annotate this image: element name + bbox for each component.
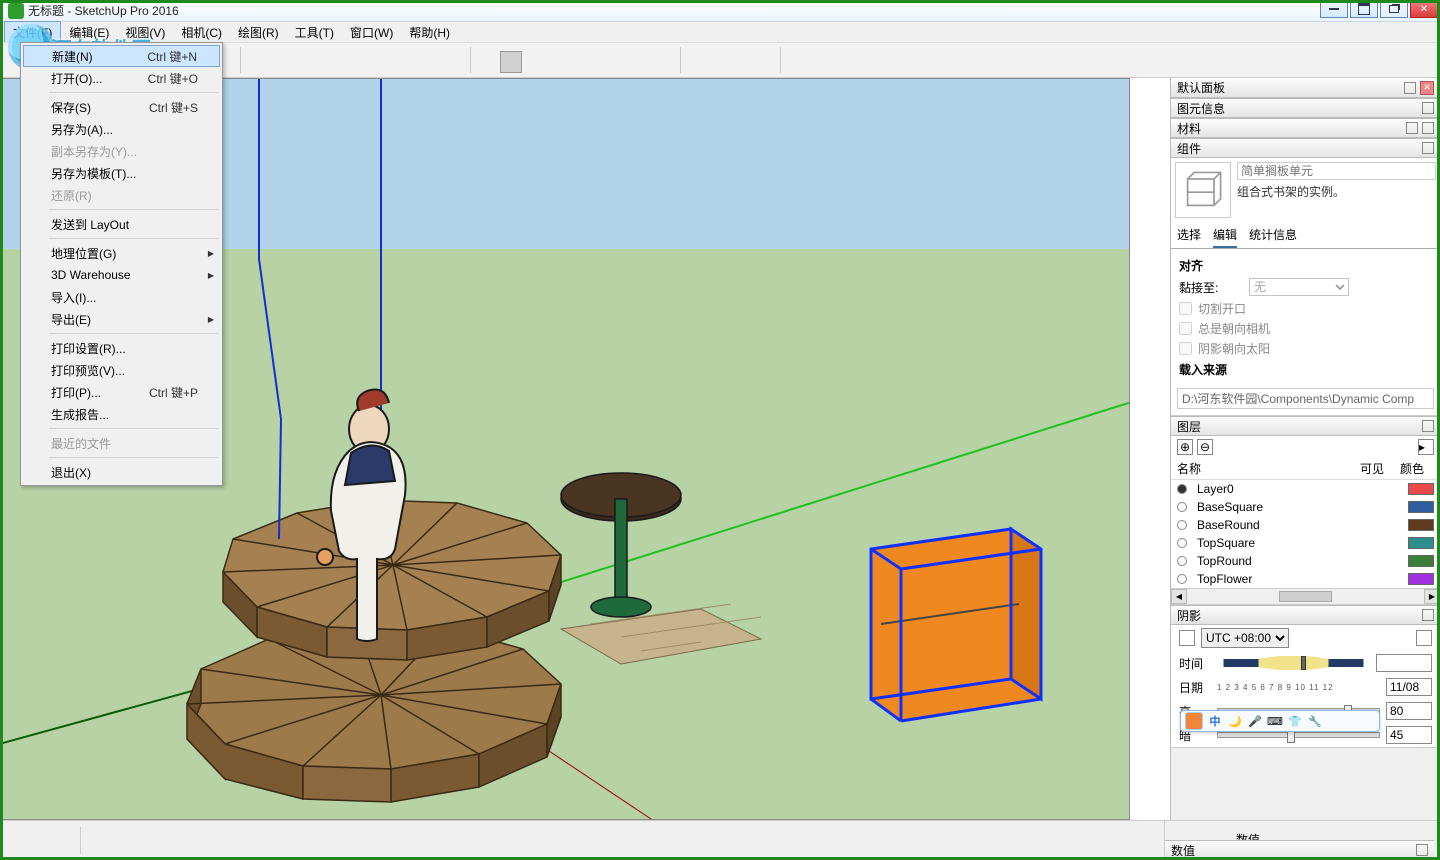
panel-components[interactable]: 组件 <box>1171 138 1440 158</box>
layer-header: 名称可见颜色 <box>1171 458 1440 480</box>
load-path: D:\河东软件园\Components\Dynamic Comp <box>1177 388 1434 409</box>
menu-item[interactable]: 新建(N)Ctrl 键+N <box>23 45 220 67</box>
menu-draw[interactable]: 绘图(R) <box>230 22 287 43</box>
close-icon[interactable]: ✕ <box>1420 81 1434 95</box>
light-value[interactable] <box>1386 702 1432 720</box>
menu-item[interactable]: 打印设置(R)... <box>23 337 220 359</box>
tray-header[interactable]: 默认面板 ✕ <box>1171 78 1440 98</box>
panel-shadows[interactable]: 阴影 <box>1171 605 1440 625</box>
menu-item[interactable]: 退出(X) <box>23 461 220 483</box>
minimize-button[interactable] <box>1320 0 1348 18</box>
panel-entity-info[interactable]: 图元信息 <box>1171 98 1440 118</box>
default-tray: 默认面板 ✕ 图元信息 材料 组件 组合式书架的实例。 选择 编辑 统计信息 对… <box>1170 78 1440 820</box>
menu-item: 副本另存为(Y)... <box>23 140 220 162</box>
toolbar-button[interactable] <box>500 51 522 73</box>
close-button[interactable] <box>1410 0 1438 18</box>
menu-item[interactable]: 地理位置(G) <box>23 242 220 264</box>
menu-item[interactable]: 生成报告... <box>23 403 220 425</box>
shadows-sun-checkbox[interactable] <box>1179 342 1192 355</box>
tab-select[interactable]: 选择 <box>1177 226 1201 248</box>
component-tabs[interactable]: 选择 编辑 统计信息 <box>1171 222 1440 249</box>
menu-item[interactable]: 打印预览(V)... <box>23 359 220 381</box>
restore-button[interactable] <box>1380 0 1408 18</box>
layer-row[interactable]: TopFlower <box>1171 570 1440 588</box>
dark-value[interactable] <box>1386 726 1432 744</box>
layer-menu-button[interactable]: ▸ <box>1418 439 1434 455</box>
file-menu-dropdown[interactable]: 新建(N)Ctrl 键+N打开(O)...Ctrl 键+O 保存(S)Ctrl 键… <box>20 42 223 486</box>
shadow-toggle-button[interactable] <box>1179 630 1195 646</box>
menu-tools[interactable]: 工具(T) <box>287 22 342 43</box>
component-description: 组合式书架的实例。 <box>1237 183 1436 200</box>
panel-layers[interactable]: 图层 <box>1171 416 1440 436</box>
menu-item[interactable]: 保存(S)Ctrl 键+S <box>23 96 220 118</box>
menu-item[interactable]: 导出(E) <box>23 308 220 330</box>
pin-icon[interactable] <box>1404 82 1416 94</box>
component-name-input[interactable] <box>1237 162 1436 180</box>
glue-select[interactable]: 无 <box>1249 278 1349 296</box>
menu-item[interactable]: 打印(P)...Ctrl 键+P <box>23 381 220 403</box>
date-input[interactable] <box>1386 678 1432 696</box>
menu-window[interactable]: 窗口(W) <box>342 22 401 43</box>
component-thumbnail <box>1175 162 1231 218</box>
menu-help[interactable]: 帮助(H) <box>401 22 458 43</box>
menu-edit[interactable]: 编辑(E) <box>61 22 117 43</box>
menu-item[interactable]: 另存为模板(T)... <box>23 162 220 184</box>
layer-scrollbar[interactable]: ◀▶ <box>1171 588 1440 604</box>
delete-layer-button[interactable]: ⊖ <box>1197 439 1213 455</box>
shadow-settings-button[interactable] <box>1416 630 1432 646</box>
time-input[interactable] <box>1376 654 1432 672</box>
menu-item[interactable]: 另存为(A)... <box>23 118 220 140</box>
title-bar: 无标题 - SketchUp Pro 2016 <box>0 0 1440 22</box>
maximize-button[interactable] <box>1350 0 1378 18</box>
ime-toolbar[interactable]: 中 🌙🎤⌨👕🔧 <box>1180 710 1380 732</box>
layer-row[interactable]: BaseSquare <box>1171 498 1440 516</box>
menu-item[interactable]: 发送到 LayOut <box>23 213 220 235</box>
menu-bar[interactable]: 文件(F) 编辑(E) 视图(V) 相机(C) 绘图(R) 工具(T) 窗口(W… <box>0 22 1440 42</box>
menu-item[interactable]: 导入(I)... <box>23 286 220 308</box>
menu-camera[interactable]: 相机(C) <box>173 22 230 43</box>
add-layer-button[interactable]: ⊕ <box>1177 439 1193 455</box>
layer-row[interactable]: BaseRound <box>1171 516 1440 534</box>
layer-row[interactable]: TopRound <box>1171 552 1440 570</box>
status-bar: 数值 数值 <box>0 820 1440 860</box>
menu-item: 还原(R) <box>23 184 220 206</box>
layer-row[interactable]: Layer0 <box>1171 480 1440 498</box>
dark-slider[interactable] <box>1217 732 1380 738</box>
menu-file[interactable]: 文件(F) <box>4 21 61 44</box>
cut-opening-checkbox[interactable] <box>1179 302 1192 315</box>
menu-item[interactable]: 3D Warehouse <box>23 264 220 286</box>
window-title: 无标题 - SketchUp Pro 2016 <box>28 2 179 19</box>
tab-stats[interactable]: 统计信息 <box>1249 226 1297 248</box>
panel-materials[interactable]: 材料 <box>1171 118 1440 138</box>
tab-edit[interactable]: 编辑 <box>1213 226 1237 248</box>
menu-view[interactable]: 视图(V) <box>117 22 173 43</box>
face-camera-checkbox[interactable] <box>1179 322 1192 335</box>
layer-row[interactable]: TopSquare <box>1171 534 1440 552</box>
app-icon <box>8 3 24 19</box>
menu-item: 最近的文件 <box>23 432 220 454</box>
menu-item[interactable]: 打开(O)...Ctrl 键+O <box>23 67 220 89</box>
utc-select[interactable]: UTC +08:00 <box>1201 628 1289 648</box>
